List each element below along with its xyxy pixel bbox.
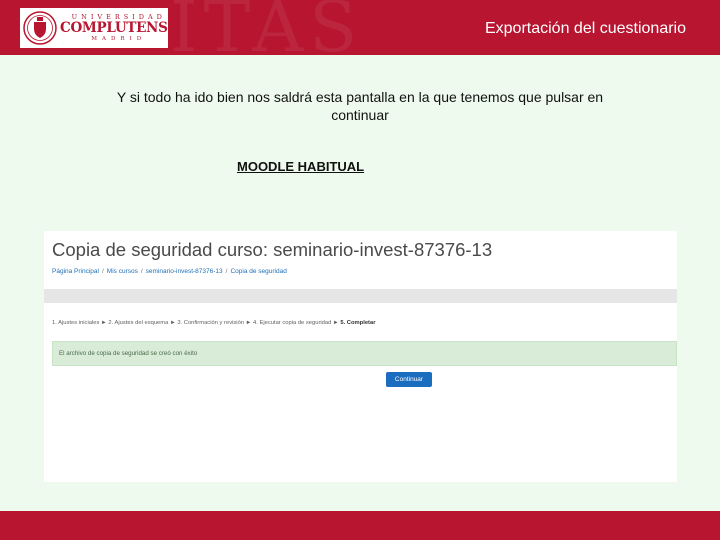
step-item: 3. Confirmación y revisión	[177, 320, 245, 326]
breadcrumb-separator: /	[140, 268, 143, 275]
university-seal-icon	[23, 11, 57, 45]
navigation-band	[44, 289, 677, 303]
step-arrow-icon: ►	[101, 320, 107, 326]
intro-text: Y si todo ha ido bien nos saldrá esta pa…	[116, 89, 604, 105]
breadcrumb-home-link[interactable]: Página Principal	[52, 268, 99, 275]
intro-paragraph: Y si todo ha ido bien nos saldrá esta pa…	[60, 88, 660, 124]
breadcrumb-separator: /	[225, 268, 228, 275]
section-label: MOODLE HABITUAL	[237, 159, 365, 174]
footer-band	[0, 511, 720, 540]
step-arrow-icon: ►	[245, 320, 252, 326]
logo-bottom-text: MADRID	[91, 36, 147, 42]
logo-main-text: COMPLUTENSE	[60, 20, 178, 36]
slide-title: Exportación del cuestionario	[484, 20, 686, 37]
backup-steps: 1. Ajustes iniciales ► 2. Ajustes del es…	[52, 320, 375, 326]
step-item: 2. Ajustes del esquema	[108, 320, 169, 326]
continue-button[interactable]: Continuar	[386, 372, 432, 387]
breadcrumb-separator: /	[101, 268, 104, 275]
success-alert: El archivo de copia de seguridad se creó…	[52, 341, 677, 366]
step-item-current: 5. Completar	[340, 320, 376, 326]
step-item: 4. Ejecutar copia de seguridad	[253, 320, 332, 326]
university-logo: UNIVERSIDAD COMPLUTENSE MADRID	[20, 8, 178, 48]
moodle-page-title: Copia de seguridad curso: seminario-inve…	[52, 239, 493, 260]
breadcrumb-course-link[interactable]: seminario-invest-87376-13	[146, 268, 223, 275]
intro-emphasis: continuar	[331, 107, 389, 123]
header-band: ITAS UNIVERSIDAD COMPLUTENSE MADRID Expo…	[0, 0, 720, 55]
breadcrumb: Página Principal / Mis cursos / seminario-in…	[52, 268, 287, 275]
moodle-screenshot: Copia de seguridad curso: seminario-inve…	[44, 231, 677, 482]
step-item: 1. Ajustes iniciales	[52, 320, 100, 326]
breadcrumb-backup-link[interactable]: Copia de seguridad	[230, 268, 286, 275]
success-alert-text: El archivo de copia de seguridad se creó…	[59, 350, 198, 357]
header-background-text: ITAS	[170, 0, 364, 55]
breadcrumb-my-courses-link[interactable]: Mis cursos	[107, 268, 138, 275]
step-arrow-icon: ►	[332, 320, 339, 326]
step-arrow-icon: ►	[169, 320, 176, 326]
